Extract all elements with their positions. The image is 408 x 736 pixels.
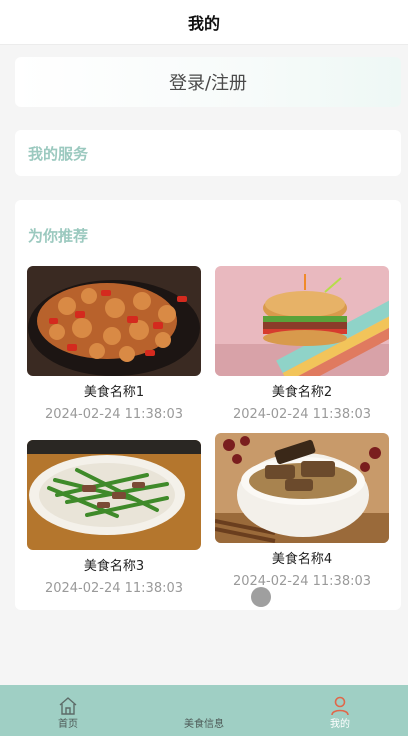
food-image-burger [215,266,389,376]
bottom-tab-bar: 首页 美食信息 我的 [0,685,408,736]
login-register-button[interactable]: 登录/注册 [15,57,401,107]
home-icon [59,697,77,715]
floating-scroll-indicator[interactable] [251,587,271,607]
tab-food-info[interactable]: 美食信息 [136,685,272,736]
page-title: 我的 [187,14,220,33]
my-services-title: 我的服务 [28,144,89,163]
food-card[interactable]: 美食名称1 2024-02-24 11:38:03 [27,266,201,423]
food-time: 2024-02-24 11:38:03 [44,407,184,422]
login-register-label: 登录/注册 [168,73,248,94]
tab-mine-label: 我的 [330,719,350,730]
tab-home-label: 首页 [58,719,78,730]
food-image-green-beans-stirfry [27,440,201,550]
my-services-section: 我的服务 [15,130,401,176]
top-nav-bar: 我的 [0,0,408,45]
tab-food-info-label: 美食信息 [184,719,224,730]
food-name: 美食名称2 [271,385,333,400]
tab-mine[interactable]: 我的 [272,685,408,736]
food-card[interactable]: 美食名称4 2024-02-24 11:38:03 [215,433,389,590]
food-time: 2024-02-24 11:38:03 [232,407,372,422]
food-time: 2024-02-24 11:38:03 [232,574,372,589]
food-name: 美食名称3 [83,559,145,574]
food-name: 美食名称1 [83,385,145,400]
food-card[interactable]: 美食名称2 2024-02-24 11:38:03 [215,266,389,423]
tab-home[interactable]: 首页 [0,685,136,736]
recommend-title: 为你推荐 [28,227,89,245]
food-name: 美食名称4 [271,552,333,567]
food-image-spicy-chicken [27,266,201,376]
food-card[interactable]: 美食名称3 2024-02-24 11:38:03 [27,440,201,597]
food-time: 2024-02-24 11:38:03 [44,581,184,596]
food-image-braised-soup [215,433,389,543]
user-icon [331,696,349,716]
recommend-section: 为你推荐 美食名称1 2024-02-24 11:38:03 美食名称2 202… [15,200,401,610]
